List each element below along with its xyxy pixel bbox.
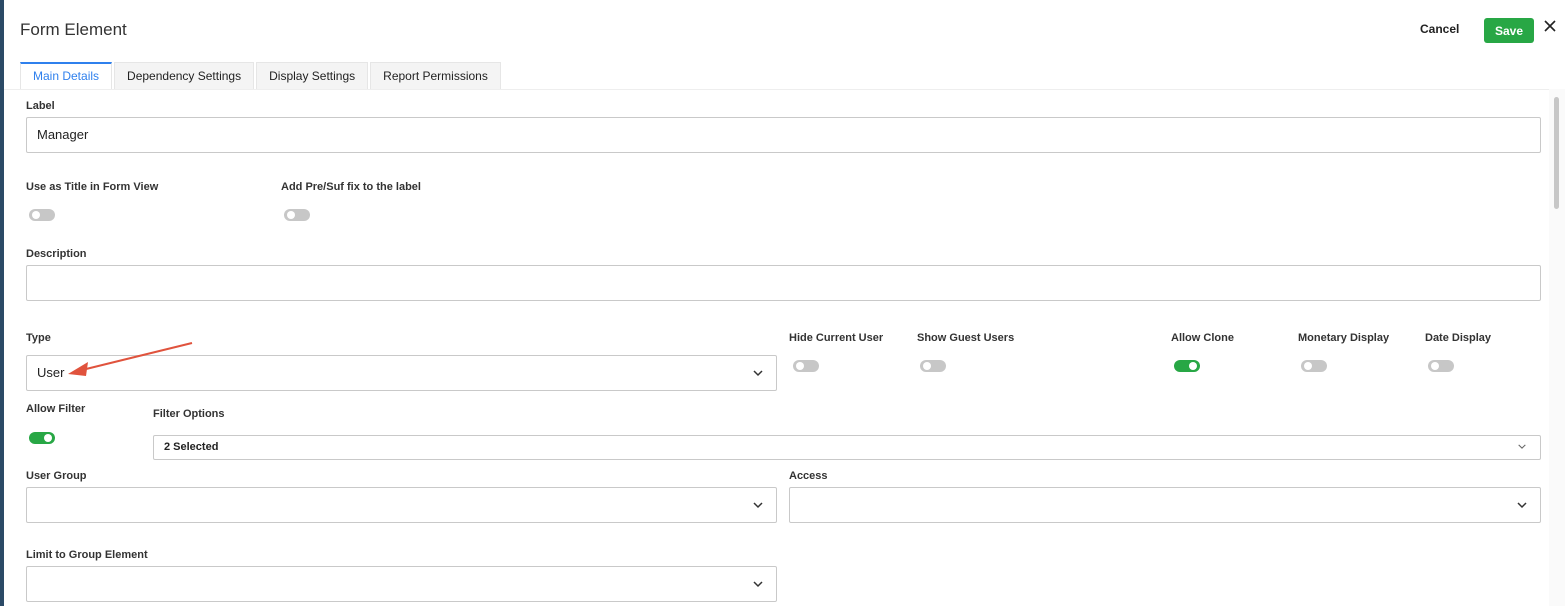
toggle-knob bbox=[44, 434, 52, 442]
chevron-down-icon bbox=[753, 370, 763, 377]
type-label: Type bbox=[26, 332, 51, 344]
hide-current-user-label: Hide Current User bbox=[789, 332, 884, 344]
date-display-label: Date Display bbox=[1425, 332, 1492, 344]
allow-filter-toggle[interactable] bbox=[29, 432, 55, 444]
annotation-arrow-icon bbox=[68, 342, 193, 376]
limit-to-group-label: Limit to Group Element bbox=[26, 549, 148, 561]
hide-current-user-toggle[interactable] bbox=[793, 360, 819, 372]
date-display-toggle[interactable] bbox=[1428, 360, 1454, 372]
toggle-knob bbox=[1304, 362, 1312, 370]
use-as-title-toggle[interactable] bbox=[29, 209, 55, 221]
form-content: Label Manager Use as Title in Form View … bbox=[4, 89, 1549, 606]
save-button[interactable]: Save bbox=[1484, 18, 1534, 43]
chevron-down-icon bbox=[753, 502, 763, 509]
user-group-label: User Group bbox=[26, 470, 87, 482]
description-input[interactable] bbox=[26, 265, 1541, 301]
chevron-down-icon bbox=[1517, 502, 1527, 509]
toggle-knob bbox=[796, 362, 804, 370]
toggle-knob bbox=[1189, 362, 1197, 370]
close-icon[interactable] bbox=[1542, 18, 1558, 34]
tab-bar: Main Details Dependency Settings Display… bbox=[20, 62, 503, 89]
dialog-header: Form Element Cancel Save bbox=[4, 0, 1565, 60]
access-select[interactable] bbox=[789, 487, 1541, 523]
show-guest-users-toggle[interactable] bbox=[920, 360, 946, 372]
cancel-button[interactable]: Cancel bbox=[1420, 22, 1459, 36]
access-label: Access bbox=[789, 470, 828, 482]
use-as-title-label: Use as Title in Form View bbox=[26, 181, 159, 193]
monetary-display-label: Monetary Display bbox=[1298, 332, 1390, 344]
label-input[interactable]: Manager bbox=[26, 117, 1541, 153]
chevron-down-icon bbox=[753, 581, 763, 588]
add-prefix-toggle[interactable] bbox=[284, 209, 310, 221]
limit-to-group-select[interactable] bbox=[26, 566, 777, 602]
allow-filter-label: Allow Filter bbox=[26, 403, 86, 415]
toggle-knob bbox=[1431, 362, 1439, 370]
tab-main-details[interactable]: Main Details bbox=[20, 62, 113, 89]
filter-options-value: 2 Selected bbox=[164, 441, 219, 453]
user-group-select[interactable] bbox=[26, 487, 777, 523]
tab-dependency-settings[interactable]: Dependency Settings bbox=[114, 62, 255, 89]
tab-display-settings[interactable]: Display Settings bbox=[256, 62, 369, 89]
page-title: Form Element bbox=[20, 20, 127, 39]
label-field-title: Label bbox=[26, 100, 55, 112]
toggle-knob bbox=[923, 362, 931, 370]
allow-clone-label: Allow Clone bbox=[1171, 332, 1234, 344]
toggle-knob bbox=[32, 211, 40, 219]
monetary-display-toggle[interactable] bbox=[1301, 360, 1327, 372]
toggle-knob bbox=[287, 211, 295, 219]
add-prefix-label: Add Pre/Suf fix to the label bbox=[281, 181, 421, 193]
allow-clone-toggle[interactable] bbox=[1174, 360, 1200, 372]
tab-report-permissions[interactable]: Report Permissions bbox=[370, 62, 501, 89]
scrollbar-thumb[interactable] bbox=[1554, 97, 1559, 209]
description-label: Description bbox=[26, 248, 87, 260]
filter-options-label: Filter Options bbox=[153, 408, 225, 420]
chevron-down-icon bbox=[1518, 444, 1526, 449]
filter-options-select[interactable]: 2 Selected bbox=[153, 435, 1541, 460]
vertical-scrollbar[interactable] bbox=[1549, 89, 1565, 606]
show-guest-users-label: Show Guest Users bbox=[917, 332, 1015, 344]
